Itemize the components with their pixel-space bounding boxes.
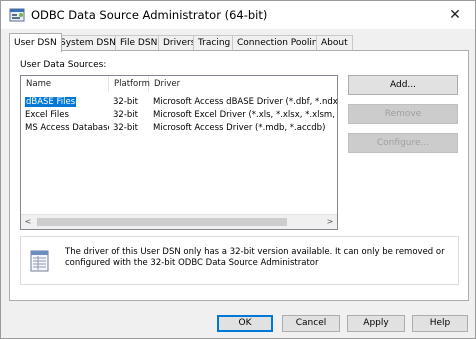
scroll-right-icon[interactable]: >	[323, 215, 337, 229]
tab-user-dsn[interactable]: User DSN	[9, 33, 62, 52]
row-platform: 32-bit	[113, 123, 138, 133]
row-driver: Microsoft Excel Driver (*.xls, *.xlsx, *…	[153, 110, 337, 120]
title-bar: ODBC Data Source Administrator (64-bit) …	[1, 1, 475, 29]
info-text: The driver of this User DSN only has a 3…	[65, 247, 445, 268]
cancel-button[interactable]: Cancel	[282, 315, 340, 332]
odbc-admin-window: ODBC Data Source Administrator (64-bit) …	[0, 0, 476, 339]
user-dsn-panel: User Data Sources: Name Platform Driver …	[9, 50, 469, 301]
ok-button[interactable]: OK	[217, 315, 273, 332]
list-row[interactable]: Excel Files 32-bit Microsoft Excel Drive…	[21, 109, 337, 122]
odbc-app-icon	[9, 8, 25, 22]
tab-connection-pooling[interactable]: Connection Pooling	[232, 35, 329, 51]
scroll-left-icon[interactable]: <	[21, 215, 35, 229]
scrollbar-thumb[interactable]	[37, 218, 287, 226]
data-source-icon	[30, 250, 49, 272]
window-title: ODBC Data Source Administrator (64-bit)	[31, 8, 268, 22]
column-header-platform[interactable]: Platform	[109, 76, 150, 92]
apply-button[interactable]: Apply	[347, 315, 405, 332]
row-name: dBASE Files	[25, 97, 77, 107]
row-name: Excel Files	[25, 110, 69, 120]
close-icon: ✕	[449, 7, 461, 23]
column-header-driver[interactable]: Driver	[149, 76, 337, 92]
row-name: MS Access Database	[25, 123, 109, 133]
configure-button[interactable]: Configure...	[348, 133, 458, 153]
tab-file-dsn[interactable]: File DSN	[115, 35, 163, 51]
close-button[interactable]: ✕	[435, 1, 475, 29]
info-box: The driver of this User DSN only has a 3…	[20, 236, 459, 285]
column-header-name[interactable]: Name	[21, 76, 109, 92]
list-row[interactable]: dBASE Files 32-bit Microsoft Access dBAS…	[21, 96, 337, 109]
tab-about[interactable]: About	[316, 35, 353, 51]
row-platform: 32-bit	[113, 97, 138, 107]
tab-system-dsn[interactable]: System DSN	[55, 35, 121, 51]
row-driver: Microsoft Access dBASE Driver (*.dbf, *.…	[153, 97, 337, 107]
data-sources-list[interactable]: Name Platform Driver dBASE Files 32-bit …	[20, 75, 338, 230]
help-button[interactable]: Help	[412, 315, 468, 332]
user-data-sources-label: User Data Sources:	[20, 60, 107, 70]
remove-button[interactable]: Remove	[348, 104, 458, 124]
row-platform: 32-bit	[113, 110, 138, 120]
tab-tracing[interactable]: Tracing	[193, 35, 236, 51]
row-driver: Microsoft Access Driver (*.mdb, *.accdb)	[153, 123, 326, 133]
row-name-cell: dBASE Files	[21, 96, 109, 109]
list-header: Name Platform Driver	[21, 76, 337, 92]
list-row[interactable]: MS Access Database 32-bit Microsoft Acce…	[21, 122, 337, 135]
horizontal-scrollbar[interactable]: < >	[21, 214, 337, 229]
add-button[interactable]: Add...	[348, 75, 458, 95]
